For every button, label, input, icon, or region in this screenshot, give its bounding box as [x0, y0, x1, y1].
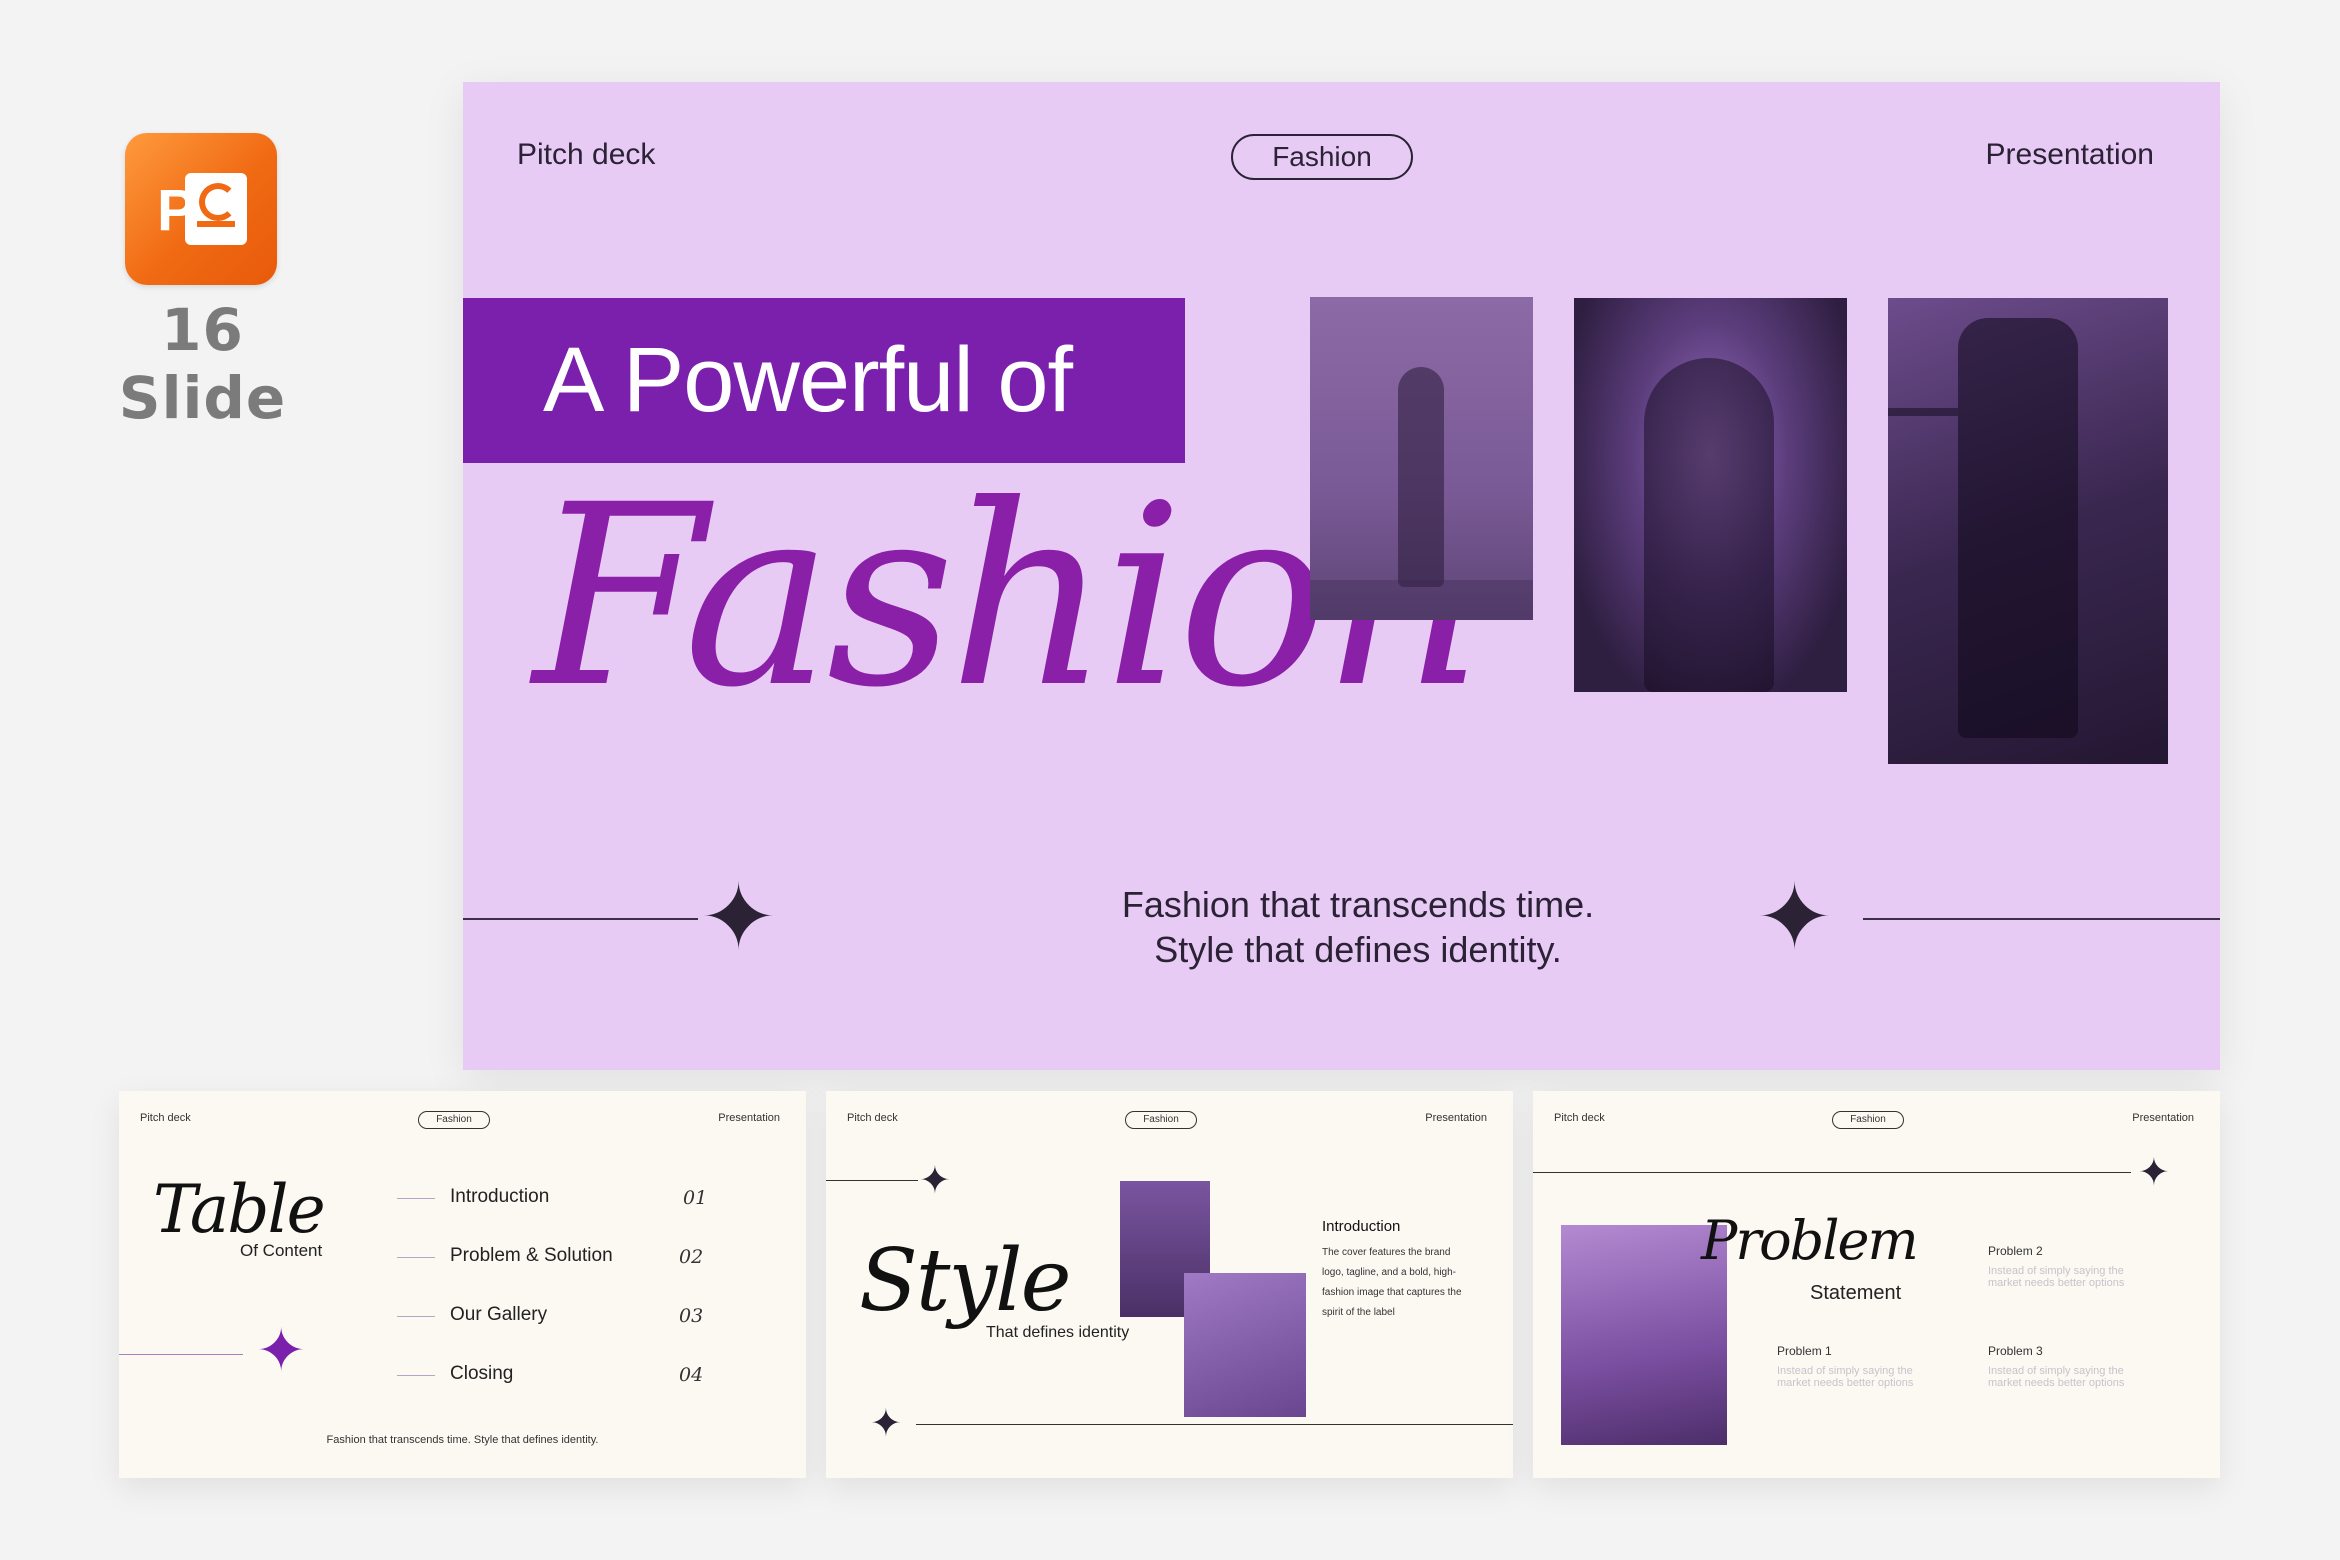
slide-count: 16 Slide [118, 296, 287, 432]
fashion-photo [1184, 1273, 1306, 1417]
sparkle-icon: ✦ [919, 1158, 951, 1202]
sparkle-icon: ✦ [2138, 1150, 2170, 1194]
body-line: The cover features the brand [1322, 1247, 1451, 1258]
problem-card: Problem 1 Instead of simply saying the m… [1777, 1341, 1913, 1393]
toc-subtitle: Of Content [240, 1241, 323, 1260]
powerpoint-letter: P [157, 178, 196, 243]
problem-title: Problem 3 [1988, 1344, 2043, 1358]
fashion-photo-2 [1574, 298, 1847, 692]
toc-item: Introduction [450, 1186, 550, 1207]
title-band: A Powerful of [463, 298, 1185, 463]
toc-item: Our Gallery [450, 1304, 548, 1325]
toc-item: Problem & Solution [450, 1245, 613, 1266]
slide-header-pill: Fashion [1832, 1111, 1904, 1129]
slide-header-pill: Fashion [1231, 134, 1413, 180]
slide-header-pill: Fashion [1125, 1111, 1197, 1129]
slide-header-right: Presentation [1425, 1112, 1487, 1124]
script-title: Style [859, 1231, 1071, 1331]
slide-footer: Fashion that transcends time. Style that… [326, 1434, 599, 1446]
divider-right [1863, 918, 2220, 920]
script-title: Table [153, 1171, 326, 1248]
body-line: fashion image that captures the [1322, 1287, 1462, 1298]
body-line: spirit of the label [1322, 1307, 1395, 1318]
main-slide-preview: Pitch deck Fashion Presentation A Powerf… [463, 82, 2220, 1070]
body-line: logo, tagline, and a bold, high- [1322, 1267, 1456, 1278]
fashion-photo-3 [1888, 298, 2168, 764]
slide-header-right: Presentation [1985, 138, 2154, 171]
toc-number: 04 [679, 1364, 704, 1386]
problem-text: market needs better options [1777, 1377, 1914, 1389]
slide-header-right: Presentation [718, 1112, 780, 1124]
toc-item: Closing [450, 1363, 514, 1384]
tagline-line-2: Style that defines identity. [1154, 929, 1562, 970]
problem-text: market needs better options [1988, 1377, 2125, 1389]
slide-title: A Powerful of [543, 329, 1073, 431]
problem-title: Problem 2 [1988, 1244, 2043, 1258]
tagline-line-1: Fashion that transcends time. [1121, 884, 1595, 925]
style-slide-preview: Pitch deck Fashion Presentation ✦ Style … [826, 1091, 1513, 1478]
powerpoint-icon: P [125, 133, 277, 285]
slide-header-right: Presentation [2132, 1112, 2194, 1124]
slide-header-left: Pitch deck [847, 1112, 898, 1124]
tagline: Fashion that transcends time. Style that… [1023, 882, 1693, 972]
divider-left [463, 918, 698, 920]
toc-number: 03 [679, 1305, 704, 1327]
slide-header-pill: Fashion [418, 1111, 490, 1129]
sparkle-icon: ✦ [1756, 864, 1834, 971]
section-heading: Introduction [1322, 1218, 1401, 1235]
toc-number: 02 [679, 1246, 704, 1268]
script-title: Problem [1701, 1209, 1919, 1272]
problem-card: Problem 3 Instead of simply saying the m… [1988, 1341, 2124, 1393]
slide-header-left: Pitch deck [517, 138, 656, 171]
problem-title: Problem 1 [1777, 1344, 1832, 1358]
problem-text: market needs better options [1988, 1277, 2125, 1289]
problem-card: Problem 2 Instead of simply saying the m… [1988, 1241, 2124, 1293]
slide-header-left: Pitch deck [140, 1112, 191, 1124]
style-subtitle: That defines identity [986, 1324, 1130, 1341]
sparkle-icon: ✦ [870, 1401, 902, 1445]
problem-slide-preview: Pitch deck Fashion Presentation ✦ Proble… [1533, 1091, 2220, 1478]
problem-subtitle: Statement [1810, 1282, 1902, 1304]
sparkle-icon: ✦ [256, 1316, 307, 1386]
sparkle-icon: ✦ [700, 864, 778, 971]
toc-number: 01 [683, 1187, 708, 1209]
divider-left [119, 1354, 243, 1355]
fashion-photo-1 [1310, 297, 1533, 620]
toc-slide-preview: Pitch deck Fashion Presentation Table Of… [119, 1091, 806, 1478]
slide-header-left: Pitch deck [1554, 1112, 1605, 1124]
